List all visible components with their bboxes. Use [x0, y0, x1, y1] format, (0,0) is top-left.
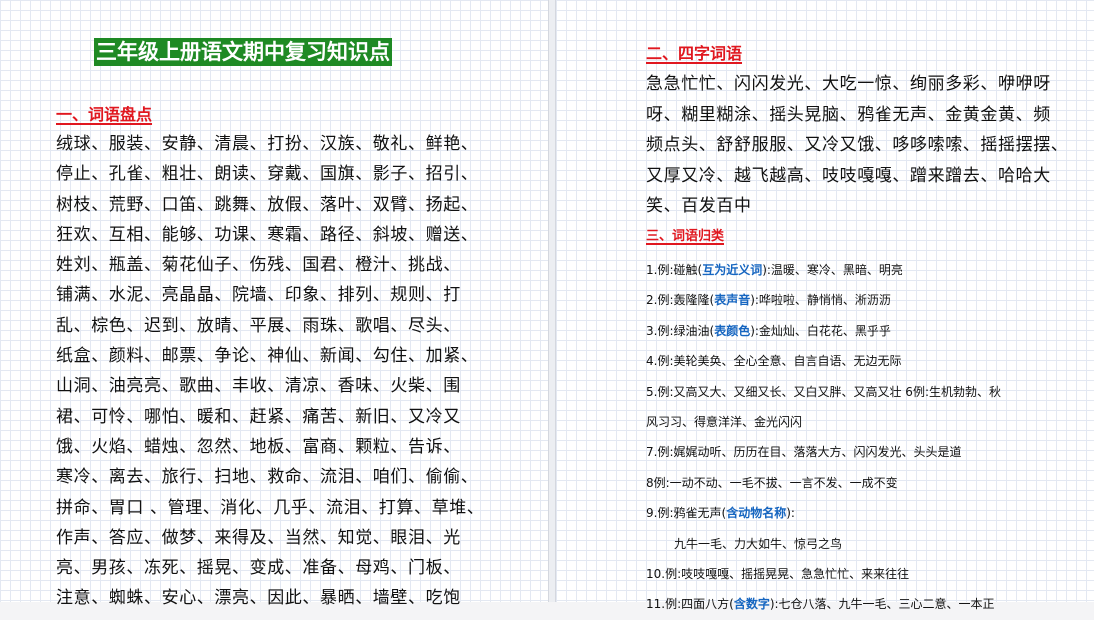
vocab-line: 树枝、荒野、口笛、跳舞、放假、落叶、双臂、扬起、: [56, 194, 479, 215]
vocab-line: 寒冷、离去、旅行、扫地、救命、流泪、咱们、偷偷、: [56, 467, 479, 488]
document-title: 三年级上册语文期中复习知识点: [94, 38, 392, 66]
vocab-line: 拼命、胃口 、管理、消化、几乎、流泪、打算、草堆、: [56, 497, 485, 518]
vocab-line: 注意、蜘蛛、安心、漂亮、因此、暴晒、墙壁、吃饱: [56, 588, 461, 609]
vocab-line: 作声、答应、做梦、来得及、当然、知觉、眼泪、光: [56, 527, 461, 548]
four-char-line: 急急忙忙、闪闪发光、大吃一惊、绚丽多彩、咿咿呀: [646, 74, 1051, 94]
vocab-line: 饿、火焰、蜡烛、忽然、地板、富商、颗粒、告诉、: [56, 436, 461, 457]
category-words: ):七仓八落、九牛一毛、三心二意、一本正: [769, 597, 995, 612]
category-highlight: 含数字: [733, 597, 770, 612]
word-category-list: 1.例:碰触(互为近义词):温暖、寒冷、黑暗、明亮 2.例:轰隆隆(表声音):哗…: [646, 255, 1066, 620]
category-item: 1.例:碰触(互为近义词):温暖、寒冷、黑暗、明亮: [646, 255, 1066, 285]
section-heading-vocab-review: 一、词语盘点: [56, 105, 153, 124]
vocab-line: 亮、男孩、冻死、摇晃、变成、准备、母鸡、门板、: [56, 558, 461, 579]
category-item: 4.例:美轮美奂、全心全意、自言自语、无边无际: [646, 354, 902, 369]
section-heading-four-char-words: 二、四字词语: [646, 44, 743, 63]
vocab-line: 停止、孔雀、粗壮、朗读、穿戴、国旗、影子、招引、: [56, 164, 479, 185]
category-words: ):: [786, 506, 795, 521]
category-item-continued: 风习习、得意洋洋、金光闪闪: [646, 415, 803, 430]
category-item: 2.例:轰隆隆(表声音):哗啦啦、静悄悄、淅沥沥: [646, 285, 1066, 315]
category-item-continued: 九牛一毛、力大如牛、惊弓之鸟: [674, 536, 843, 551]
vocab-line: 山洞、油亮亮、歌曲、丰收、清凉、香味、火柴、围: [56, 376, 461, 397]
category-item: 7.例:娓娓动听、历历在目、落落大方、闪闪发光、头头是道: [646, 445, 962, 460]
four-char-line: 呀、糊里糊涂、摇头晃脑、鸦雀无声、金黄金黄、频: [646, 104, 1051, 125]
category-item: 3.例:绿油油(表颜色):金灿灿、白花花、黑乎乎: [646, 316, 1066, 346]
category-words: ):金灿灿、白花花、黑乎乎: [750, 323, 891, 338]
category-prefix: 1.例:碰触(: [646, 263, 703, 277]
vocab-line: 狂欢、互相、能够、功课、寒霜、路径、斜坡、赠送、: [56, 224, 479, 245]
category-item: 10.例:吱吱嘎嘎、摇摇晃晃、急急忙忙、来来往往: [646, 567, 910, 582]
four-char-word-list: 急急忙忙、闪闪发光、大吃一惊、绚丽多彩、咿咿呀 呀、糊里糊涂、摇头晃脑、鸦雀无声…: [646, 69, 1069, 222]
category-prefix: 2.例:轰隆隆(: [646, 293, 715, 308]
four-char-line: 频点头、舒舒服服、又冷又饿、哆哆嗦嗦、摇摇摆摆、: [646, 135, 1069, 155]
page-gutter: [548, 0, 556, 602]
vocab-list: 绒球、服装、安静、清晨、打扮、汉族、敬礼、鲜艳、 停止、孔雀、粗壮、朗读、穿戴、…: [56, 129, 485, 614]
category-highlight: 含动物名称: [726, 506, 787, 521]
section-heading-word-categories: 三、词语归类: [646, 229, 725, 244]
category-words: ):温暖、寒冷、黑暗、明亮: [762, 263, 903, 277]
vocab-line: 乱、棕色、迟到、放晴、平展、雨珠、歌唱、尽头、: [56, 315, 461, 336]
category-item: 5.例:又高又大、又细又长、又白又胖、又高又壮 6例:生机勃勃、秋: [646, 384, 1001, 399]
vocab-line: 绒球、服装、安静、清晨、打扮、汉族、敬礼、鲜艳、: [56, 134, 479, 154]
category-prefix: 3.例:绿油油(: [646, 323, 715, 338]
vocab-line: 铺满、水泥、亮晶晶、院墙、印象、排列、规则、打: [56, 285, 461, 306]
vocab-line: 裙、可怜、哪怕、暖和、赶紧、痛苦、新旧、又冷又: [56, 406, 461, 427]
category-item: 9.例:鸦雀无声(含动物名称):: [646, 498, 1066, 528]
four-char-line: 又厚又冷、越飞越高、吱吱嘎嘎、蹭来蹭去、哈哈大: [646, 165, 1051, 186]
category-item: 8例:一动不动、一毛不拔、一言不发、一成不变: [646, 475, 898, 490]
category-highlight: 表颜色: [714, 323, 751, 338]
category-prefix: 9.例:鸦雀无声(: [646, 506, 727, 521]
category-highlight: 表声音: [714, 293, 751, 308]
category-item: 11.例:四面八方(含数字):七仓八落、九牛一毛、三心二意、一本正: [646, 589, 1066, 619]
four-char-line: 笑、百发百中: [646, 196, 752, 216]
vocab-line: 纸盒、颜料、邮票、争论、神仙、新闻、勾住、加紧、: [56, 346, 479, 367]
category-highlight: 互为近义词: [702, 263, 763, 277]
vocab-line: 姓刘、瓶盖、菊花仙子、伤残、国君、橙汁、挑战、: [56, 255, 461, 276]
category-prefix: 11.例:四面八方(: [646, 597, 734, 612]
category-words: ):哗啦啦、静悄悄、淅沥沥: [750, 293, 891, 308]
